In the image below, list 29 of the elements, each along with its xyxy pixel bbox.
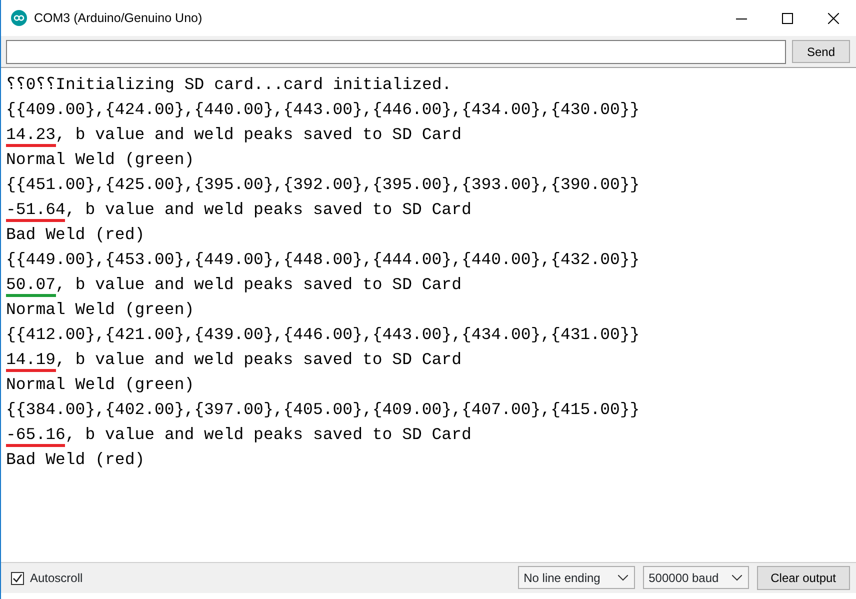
maximize-icon (782, 12, 792, 24)
output-line: 14.19, b value and weld peaks saved to SD Card (6, 347, 856, 372)
output-line: {{449.00},{453.00},{449.00},{448.00},{444.00},{440.00},{432.00}} (6, 249, 641, 271)
output-line: Normal Weld (green) (6, 149, 196, 171)
autoscroll-label: Autoscroll (30, 570, 83, 587)
caret-icon (618, 574, 628, 580)
baud-rate-dropdown[interactable]: 500000 baud (642, 566, 749, 589)
output-line: 50.07, b value and weld peaks saved to SD Card (6, 272, 856, 297)
close-icon (828, 12, 838, 24)
line-ending-dropdown[interactable]: No line ending (518, 566, 635, 589)
output-line: Normal Weld (green) (6, 374, 196, 396)
caret-icon (732, 574, 742, 580)
output-line: {{409.00},{424.00},{440.00},{443.00},{446.00},{434.00},{430.00}} (6, 99, 641, 121)
output-line: {{412.00},{421.00},{439.00},{446.00},{443.00},{434.00},{431.00}} (6, 324, 641, 346)
autoscroll-checkbox[interactable] (11, 572, 24, 584)
clear-output-button[interactable]: Clear output (756, 566, 850, 590)
app-icon (11, 10, 27, 26)
send-button[interactable]: Send (792, 40, 850, 63)
output-line: Bad Weld (red) (6, 224, 146, 246)
output-line: ⸮⸮0⸮⸮Initializing SD card...card initialized. (6, 74, 453, 96)
output-line: -51.64, b value and weld peaks saved to SD Card (6, 197, 856, 222)
window-title: COM3 (Arduino/Genuino Uno) (34, 10, 202, 27)
output-line: Normal Weld (green) (6, 299, 196, 321)
output-line: Bad Weld (red) (6, 449, 146, 471)
output-line: 14.23, b value and weld peaks saved to SD Card (6, 122, 856, 147)
output-line: {{451.00},{425.00},{395.00},{392.00},{395.00},{393.00},{390.00}} (6, 174, 641, 196)
output-line: -65.16, b value and weld peaks saved to SD Card (6, 422, 856, 447)
output-line: {{384.00},{402.00},{397.00},{405.00},{409.00},{407.00},{415.00}} (6, 399, 641, 421)
input-field[interactable] (6, 40, 786, 64)
